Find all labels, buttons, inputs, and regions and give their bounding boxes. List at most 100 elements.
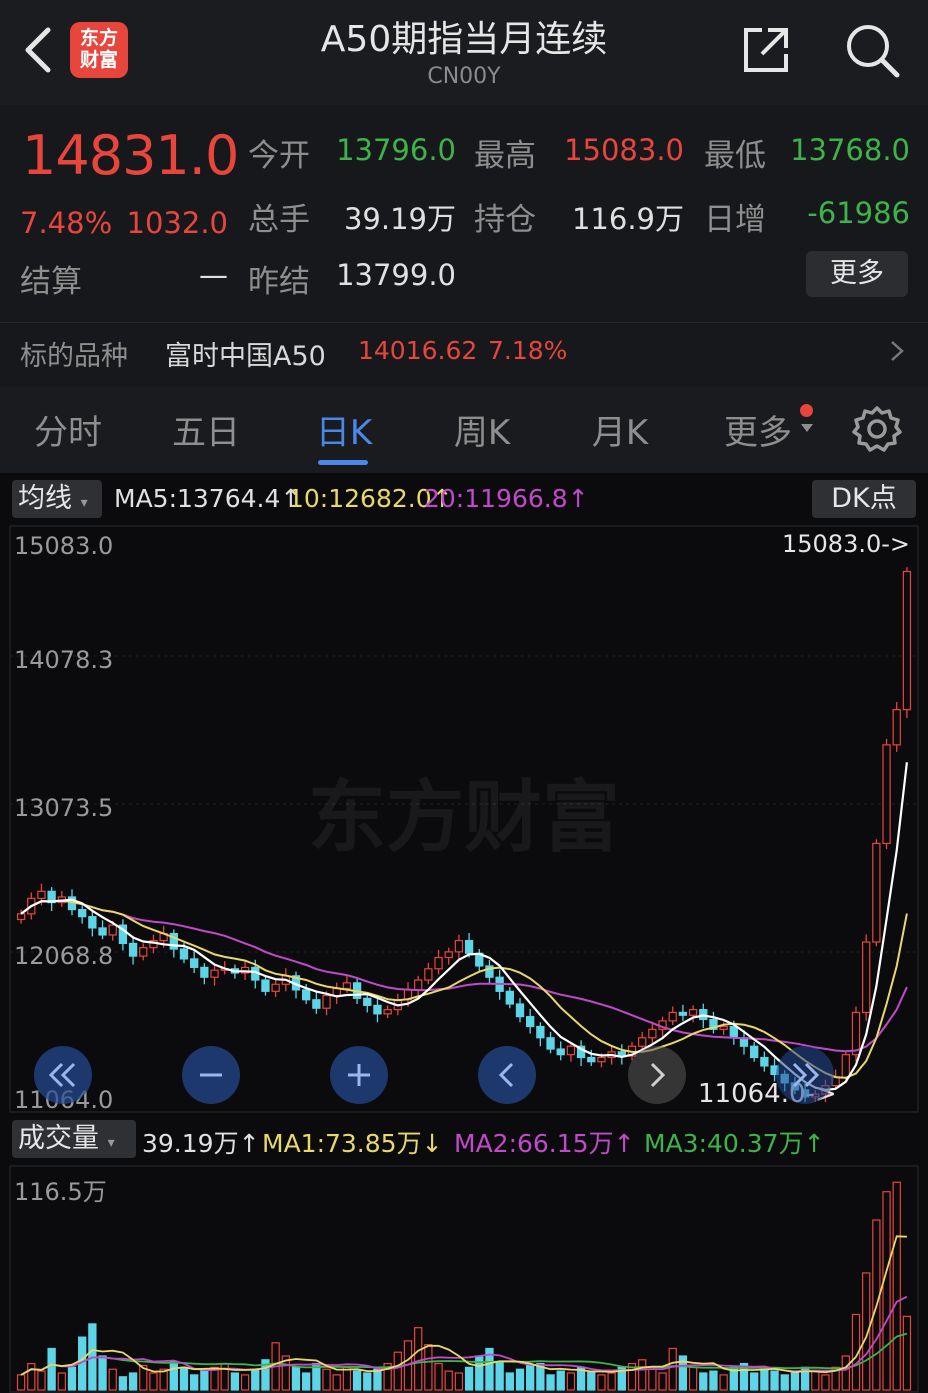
divider — [0, 322, 928, 323]
candle-down — [190, 958, 199, 968]
scroll-left-fast-button[interactable] — [34, 1046, 92, 1104]
candle-down — [179, 948, 189, 960]
volume-bar-down — [760, 1368, 769, 1391]
volume-ma3: MA3:40.37万↑ — [644, 1129, 825, 1158]
dk-point-button[interactable]: DK点 — [812, 480, 916, 518]
volume-bar-down — [770, 1370, 779, 1391]
active-tab-indicator — [318, 460, 368, 465]
tab-monthly-k[interactable]: 月K — [580, 405, 660, 454]
scroll-right-fast-button[interactable] — [776, 1046, 834, 1104]
dropdown-caret-icon: ▾ — [80, 495, 88, 511]
volume-ma2: MA2:66.15万↑ — [454, 1129, 635, 1158]
tab-weekly-k[interactable]: 周K — [442, 405, 522, 454]
underlying-row[interactable]: 标的品种 富时中国A50 14016.62 7.18% — [0, 324, 928, 380]
candle-down — [128, 942, 138, 957]
candle-up — [872, 842, 881, 943]
candle-up — [597, 1056, 606, 1063]
volume-bar-up — [607, 1372, 616, 1391]
volume-bar-up — [454, 1372, 464, 1391]
volume-bar-up — [597, 1374, 606, 1391]
zoom-in-button[interactable] — [330, 1046, 388, 1104]
candle-up — [454, 940, 464, 953]
volume-bar-down — [251, 1368, 260, 1391]
volume-bar-down — [495, 1361, 504, 1391]
y-label-3: 13073.5 — [14, 794, 113, 822]
chevron-right-icon — [650, 1062, 666, 1088]
candle-down — [261, 979, 270, 992]
volume-bar-down — [546, 1374, 555, 1391]
volume-bar-down — [291, 1366, 301, 1391]
open-interest-label: 持仓 — [474, 202, 536, 238]
candle-up — [566, 1045, 576, 1056]
volume-bar-down — [128, 1372, 138, 1391]
volume-chart[interactable]: 116.5万 — [0, 1164, 928, 1393]
candle-up — [16, 913, 26, 921]
volume-bar-up — [566, 1372, 576, 1391]
candle-down — [760, 1056, 769, 1067]
tab-intraday[interactable]: 分时 — [28, 405, 108, 454]
candle-up — [851, 1011, 861, 1056]
open-interest-value: 116.9万 — [571, 202, 684, 236]
volume-label: 总手 — [248, 202, 310, 238]
dropdown-caret-icon — [801, 424, 813, 432]
volume-bar-down — [200, 1370, 209, 1391]
tab-five-day[interactable]: 五日 — [166, 405, 246, 454]
volume-bar-up — [424, 1344, 433, 1391]
candle-up — [322, 994, 331, 1009]
low-label: 最低 — [704, 138, 766, 174]
more-button[interactable]: 更多 — [806, 251, 908, 297]
volume-bar-down — [67, 1366, 77, 1391]
underlying-name: 富时中国A50 — [165, 341, 326, 372]
volume-bar-up — [240, 1374, 250, 1391]
search-icon[interactable] — [842, 20, 902, 80]
last-price: 14831.0 — [22, 124, 239, 187]
volume-indicator-selector[interactable]: 成交量 ▾ — [12, 1120, 136, 1158]
candle-down — [373, 1004, 382, 1015]
dropdown-caret-icon: ▾ — [107, 1135, 115, 1151]
candle-up — [139, 947, 148, 957]
open-label: 今开 — [248, 138, 310, 174]
volume-bar-down — [190, 1374, 199, 1391]
candle-down — [587, 1056, 596, 1063]
low-value: 13768.0 — [790, 133, 910, 167]
volume-bar-down — [556, 1370, 565, 1391]
volume-bar-down — [373, 1368, 382, 1391]
volume-bar-up — [149, 1372, 158, 1391]
candle-down — [464, 940, 474, 954]
volume-bar-down — [98, 1355, 107, 1391]
open-value: 13796.0 — [336, 133, 456, 167]
scroll-left-button[interactable] — [478, 1046, 536, 1104]
share-icon[interactable] — [738, 22, 794, 78]
zoom-out-button[interactable] — [182, 1046, 240, 1104]
candle-down — [526, 1016, 535, 1028]
candle-down — [515, 1003, 525, 1018]
volume-bar-up — [882, 1191, 891, 1391]
candle-down — [536, 1025, 545, 1039]
volume-bar-up — [841, 1355, 850, 1391]
candle-up — [648, 1028, 657, 1039]
candle-up — [210, 969, 219, 978]
candle-up — [902, 570, 912, 711]
gear-icon[interactable] — [852, 404, 902, 454]
candle-down — [678, 1011, 688, 1016]
tab-daily-k[interactable]: 日K — [304, 405, 384, 454]
volume-bar-down — [750, 1372, 759, 1391]
prev-settle-value: 13799.0 — [336, 258, 456, 292]
ma-selector[interactable]: 均线 ▾ — [12, 480, 102, 518]
volume-bar-up — [658, 1372, 667, 1391]
candle-up — [841, 1054, 850, 1078]
high-marker: 15083.0-> — [782, 530, 910, 558]
kline-chart[interactable]: 东方财富 15083.0 14078.3 13073.5 12068.8 110… — [0, 524, 928, 1114]
candle-up — [882, 744, 891, 845]
candle-up — [668, 1011, 677, 1022]
volume-bar-down — [302, 1372, 311, 1391]
candle-down — [88, 916, 97, 929]
ma10-line — [20, 899, 908, 1079]
candle-up — [434, 956, 443, 970]
scroll-right-button[interactable] — [628, 1046, 686, 1104]
volume-current: 39.19万↑ — [142, 1129, 260, 1158]
underlying-percent: 7.18% — [488, 336, 568, 365]
candle-down — [505, 990, 514, 1005]
candle-up — [719, 1025, 728, 1030]
tab-more[interactable]: 更多 — [718, 405, 798, 454]
